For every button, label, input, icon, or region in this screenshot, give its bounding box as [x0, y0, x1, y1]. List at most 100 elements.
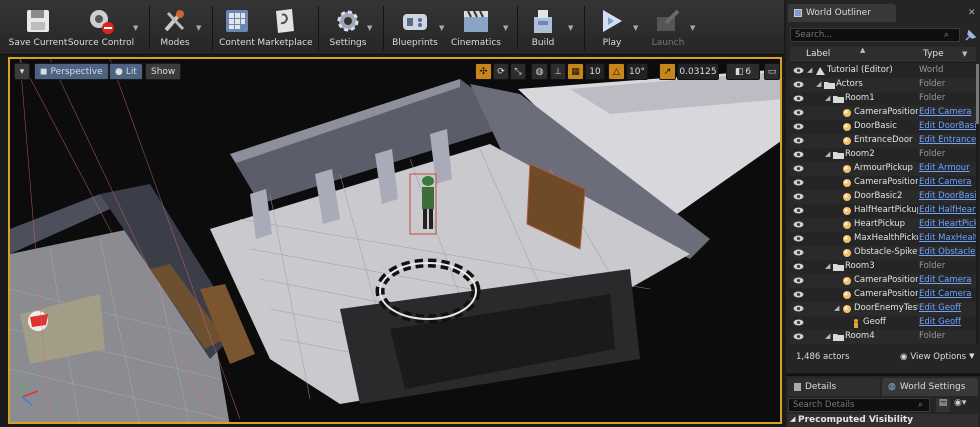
surface-snap-button[interactable]: ⊥	[550, 63, 566, 80]
visibility-eye-icon[interactable]	[793, 151, 804, 158]
settings-button[interactable]: Settings	[328, 0, 368, 55]
outliner-row[interactable]: ◢ Room4 Folder	[790, 330, 976, 344]
type-column-dropdown-icon[interactable]: ▼	[962, 50, 967, 58]
launch-button[interactable]: Launch	[648, 0, 688, 55]
outliner-row[interactable]: CameraPosition Edit Camera	[790, 106, 976, 120]
visibility-eye-icon[interactable]	[793, 263, 804, 270]
build-button[interactable]: Build	[526, 0, 560, 55]
edit-blueprint-link[interactable]: Edit Camera	[919, 289, 976, 299]
expand-arrow-icon[interactable]: ◢	[825, 94, 830, 102]
cinematics-button[interactable]: Cinematics	[450, 0, 502, 55]
blueprints-dropdown-icon[interactable]: ▼	[439, 24, 447, 32]
launch-dropdown-icon[interactable]: ▼	[690, 24, 698, 32]
source-control-dropdown-icon[interactable]: ▼	[133, 24, 141, 32]
expand-arrow-icon[interactable]: ◢	[816, 80, 821, 88]
edit-blueprint-link[interactable]: Edit HeartPickup	[919, 219, 976, 229]
coordinate-system-button[interactable]: ◍	[531, 63, 548, 80]
visibility-eye-icon[interactable]	[793, 67, 804, 74]
translate-tool-button[interactable]: ✣	[475, 63, 492, 80]
edit-blueprint-link[interactable]: Edit Armour	[919, 163, 976, 173]
visibility-eye-icon[interactable]	[793, 109, 804, 116]
outliner-row[interactable]: ◢ Room3 Folder	[790, 260, 976, 274]
outliner-row[interactable]: CameraPosition Edit Camera	[790, 274, 976, 288]
expand-arrow-icon[interactable]: ◢	[825, 332, 830, 340]
scale-snap-toggle[interactable]: ↗	[659, 63, 676, 80]
expand-arrow-icon[interactable]: ◢	[825, 262, 830, 270]
visibility-eye-icon[interactable]	[793, 207, 804, 214]
camera-speed-button[interactable]: ◧ 6	[726, 63, 760, 80]
rotate-tool-button[interactable]: ⟳	[493, 63, 509, 80]
property-matrix-button[interactable]: ▤	[936, 398, 950, 412]
visibility-eye-icon[interactable]	[793, 319, 804, 326]
outliner-row[interactable]: Obstacle-Spike Edit Obstacle	[790, 246, 976, 260]
visibility-eye-icon[interactable]	[793, 123, 804, 130]
outliner-row[interactable]: ◢ Tutorial (Editor) World	[790, 64, 976, 78]
outliner-row[interactable]: EntranceDoor Edit Entrance	[790, 134, 976, 148]
source-control-button[interactable]: Source Control	[68, 0, 134, 55]
rotation-snap-value[interactable]: 10°	[626, 63, 648, 80]
outliner-row[interactable]: ◢ Room2 Folder	[790, 148, 976, 162]
outliner-row[interactable]: DoorBasic2 Edit DoorBasic	[790, 190, 976, 204]
world-settings-tab[interactable]: ◍ World Settings	[882, 378, 978, 396]
edit-blueprint-link[interactable]: Edit MaxHealth	[919, 233, 976, 243]
scale-snap-value[interactable]: 0.03125	[677, 63, 719, 80]
visibility-eye-icon[interactable]	[793, 137, 804, 144]
save-current-button[interactable]: Save Current	[8, 0, 68, 55]
outliner-row[interactable]: CameraPosition Edit Camera	[790, 288, 976, 302]
visibility-eye-icon[interactable]	[793, 81, 804, 88]
outliner-row[interactable]: HalfHeartPickup Edit HalfHeart	[790, 204, 976, 218]
maximize-viewport-button[interactable]: ▭	[764, 63, 780, 80]
modes-dropdown-icon[interactable]: ▼	[196, 24, 204, 32]
add-filter-button[interactable]	[963, 29, 977, 43]
outliner-row[interactable]: ArmourPickup Edit Armour	[790, 162, 976, 176]
show-button[interactable]: Show	[145, 63, 182, 80]
content-button[interactable]: Content	[218, 0, 256, 55]
outliner-row[interactable]: DoorBasic Edit DoorBasic	[790, 120, 976, 134]
visibility-eye-icon[interactable]	[793, 277, 804, 284]
level-scene[interactable]	[10, 59, 782, 424]
visibility-eye-icon[interactable]	[793, 221, 804, 228]
marketplace-button[interactable]: Marketplace	[257, 0, 313, 55]
type-column-header[interactable]: Type	[923, 49, 944, 59]
outliner-row[interactable]: ◢ Room1 Folder	[790, 92, 976, 106]
edit-blueprint-link[interactable]: Edit DoorBasic	[919, 191, 976, 201]
expand-arrow-icon[interactable]: ◢	[834, 304, 839, 312]
level-viewport[interactable]: ▾ ◼ Perspective ● Lit Show ✣ ⟳ ⤡ ◍ ⊥ ▦ 1…	[8, 57, 782, 424]
edit-blueprint-link[interactable]: Edit HalfHeart	[919, 205, 976, 215]
play-dropdown-icon[interactable]: ▼	[633, 24, 641, 32]
grid-snap-toggle[interactable]: ▦	[567, 63, 584, 80]
edit-blueprint-link[interactable]: Edit Camera	[919, 107, 976, 117]
outliner-row[interactable]: Geoff Edit Geoff	[790, 316, 976, 330]
edit-blueprint-link[interactable]: Edit Geoff	[919, 303, 976, 313]
visibility-eye-icon[interactable]	[793, 179, 804, 186]
details-tab[interactable]: Details	[788, 378, 880, 396]
edit-blueprint-link[interactable]: Edit DoorBasic	[919, 121, 976, 131]
close-icon[interactable]: ✕	[968, 8, 976, 18]
visibility-eye-icon[interactable]	[793, 305, 804, 312]
section-header[interactable]: ◢ Precomputed Visibility	[788, 414, 978, 427]
expand-arrow-icon[interactable]: ◢	[825, 150, 830, 158]
visibility-eye-icon[interactable]	[793, 193, 804, 200]
edit-blueprint-link[interactable]: Edit Obstacle	[919, 247, 976, 257]
scale-tool-button[interactable]: ⤡	[510, 63, 526, 80]
play-button[interactable]: Play	[594, 0, 630, 55]
cinematics-dropdown-icon[interactable]: ▼	[503, 24, 511, 32]
modes-button[interactable]: Modes	[155, 0, 195, 55]
grid-snap-value[interactable]: 10	[585, 63, 605, 80]
visibility-button[interactable]: ◉▾	[954, 398, 976, 412]
lit-button[interactable]: ● Lit	[109, 63, 143, 80]
viewport-options-button[interactable]: ▾	[14, 63, 30, 80]
label-column-header[interactable]: Label	[806, 49, 830, 59]
visibility-eye-icon[interactable]	[793, 235, 804, 242]
edit-blueprint-link[interactable]: Edit Geoff	[919, 317, 976, 327]
edit-blueprint-link[interactable]: Edit Camera	[919, 177, 976, 187]
settings-dropdown-icon[interactable]: ▼	[367, 24, 375, 32]
rotation-snap-toggle[interactable]: △	[608, 63, 625, 80]
view-options-button[interactable]: ◉ View Options ▼	[900, 352, 974, 362]
visibility-eye-icon[interactable]	[793, 165, 804, 172]
blueprints-button[interactable]: Blueprints	[392, 0, 438, 55]
expand-arrow-icon[interactable]: ◢	[807, 66, 812, 74]
outliner-scrollbar[interactable]	[976, 64, 979, 344]
visibility-eye-icon[interactable]	[793, 249, 804, 256]
outliner-row[interactable]: ◢ Actors Folder	[790, 78, 976, 92]
